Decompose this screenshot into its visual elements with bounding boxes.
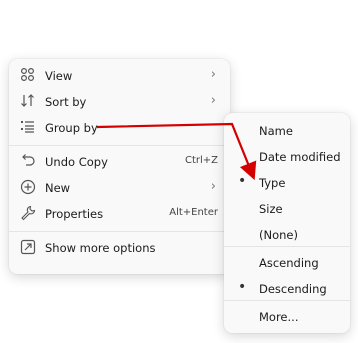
add-circle-icon [20, 179, 36, 195]
submenu-item-label: Date modified [259, 150, 341, 164]
menu-item-label: Sort by [45, 95, 87, 109]
menu-item-label: Undo Copy [45, 155, 108, 169]
submenu-separator [224, 246, 350, 247]
selected-bullet-icon: • [238, 173, 247, 189]
menu-item-label: View [45, 69, 73, 83]
group-list-icon [21, 121, 34, 133]
submenu-item-size[interactable]: Size [224, 196, 350, 220]
menu-item-view[interactable]: View › [9, 63, 230, 89]
submenu-item-descending[interactable]: • Descending [224, 276, 350, 300]
shortcut-text: Ctrl+Z [184, 155, 218, 166]
submenu-item-label: Size [259, 202, 283, 216]
undo-icon [22, 154, 35, 166]
group-by-submenu: Name Date modified • Type Size (None) As… [224, 113, 350, 333]
submenu-item-label: Type [259, 176, 286, 190]
submenu-item-label: Name [259, 124, 293, 138]
chevron-right-icon: › [210, 67, 216, 82]
submenu-item-type[interactable]: • Type [224, 170, 350, 194]
sort-icon [21, 94, 34, 107]
context-menu: View › Sort by › Group by Undo Copy Ctrl… [9, 59, 230, 274]
submenu-item-name[interactable]: Name [224, 118, 350, 142]
submenu-item-label: Descending [259, 282, 327, 296]
submenu-item-label: Ascending [259, 256, 319, 270]
submenu-item-label: More... [259, 310, 299, 324]
submenu-item-more[interactable]: More... [224, 304, 350, 328]
menu-item-properties[interactable]: Properties Alt+Enter [9, 201, 230, 227]
submenu-item-ascending[interactable]: Ascending [224, 250, 350, 274]
menu-separator [9, 231, 230, 232]
menu-separator [9, 145, 230, 146]
submenu-item-date-modified[interactable]: Date modified [224, 144, 350, 168]
menu-item-group-by[interactable]: Group by [9, 115, 230, 141]
menu-item-label: Group by [45, 121, 98, 135]
chevron-right-icon: › [210, 179, 216, 194]
wrench-icon [21, 205, 36, 221]
menu-item-undo-copy[interactable]: Undo Copy Ctrl+Z [9, 149, 230, 175]
shortcut-text: Alt+Enter [169, 207, 218, 218]
menu-item-new[interactable]: New › [9, 175, 230, 201]
selected-bullet-icon: • [238, 279, 247, 295]
menu-item-label: New [45, 181, 71, 195]
submenu-separator [224, 300, 350, 301]
menu-item-sort-by[interactable]: Sort by › [9, 89, 230, 115]
submenu-item-label: (None) [259, 228, 298, 242]
menu-item-label: Show more options [45, 241, 156, 255]
submenu-item-none[interactable]: (None) [224, 222, 350, 246]
menu-item-show-more-options[interactable]: Show more options [9, 235, 230, 261]
chevron-right-icon: › [210, 93, 216, 108]
open-external-icon [20, 239, 36, 255]
menu-item-label: Properties [45, 207, 104, 221]
grid-view-icon [20, 67, 35, 82]
